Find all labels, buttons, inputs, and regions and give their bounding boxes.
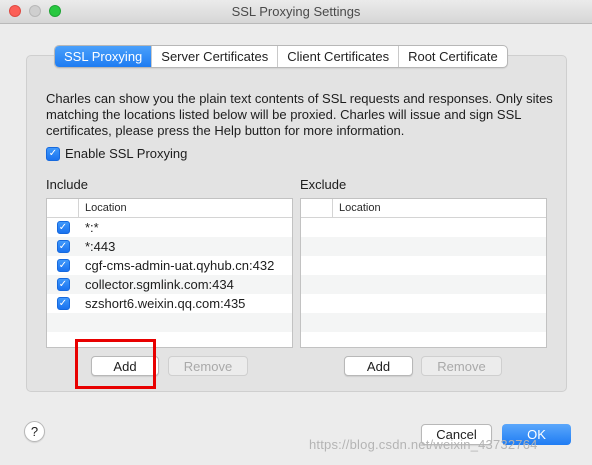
row-checkbox[interactable]: ✓: [56, 278, 70, 291]
location-column-header[interactable]: Location: [333, 199, 381, 217]
location-column-header[interactable]: Location: [79, 199, 127, 217]
empty-row: [47, 313, 292, 332]
table-row[interactable]: ✓ cgf-cms-admin-uat.qyhub.cn:432: [47, 256, 292, 275]
row-checkbox[interactable]: ✓: [56, 259, 70, 272]
check-icon: ✓: [58, 259, 68, 271]
row-checkbox[interactable]: ✓: [56, 221, 70, 234]
tab-client-certificates[interactable]: Client Certificates: [277, 46, 398, 67]
tab-ssl-proxying[interactable]: SSL Proxying: [55, 46, 152, 67]
help-button[interactable]: ?: [24, 421, 45, 442]
row-location: collector.sgmlink.com:434: [85, 277, 234, 292]
check-icon: ✓: [58, 297, 68, 309]
row-location: *:*: [85, 220, 99, 235]
include-remove-button[interactable]: Remove: [168, 356, 248, 376]
enable-ssl-proxying-row[interactable]: ✓ Enable SSL Proxying: [46, 146, 187, 161]
exclude-add-button[interactable]: Add: [344, 356, 413, 376]
table-row[interactable]: ✓ collector.sgmlink.com:434: [47, 275, 292, 294]
description-text: Charles can show you the plain text cont…: [46, 91, 553, 138]
question-icon: ?: [30, 424, 39, 439]
empty-row: [301, 313, 546, 332]
check-icon: ✓: [58, 240, 68, 252]
include-label: Include: [46, 177, 88, 192]
check-icon: ✓: [48, 147, 58, 159]
row-checkbox[interactable]: ✓: [56, 297, 70, 310]
window-title: SSL Proxying Settings: [231, 4, 361, 19]
row-location: cgf-cms-admin-uat.qyhub.cn:432: [85, 258, 275, 273]
check-icon: ✓: [58, 221, 68, 233]
include-table: Location ✓ *:* ✓ *:443 ✓ cgf-cms-admin-u…: [46, 198, 293, 348]
exclude-table-header: Location: [301, 199, 546, 218]
table-row[interactable]: ✓ *:443: [47, 237, 292, 256]
exclude-table: Location: [300, 198, 547, 348]
checkbox-column-header[interactable]: [301, 199, 333, 217]
empty-row: [301, 294, 546, 313]
row-location: szshort6.weixin.qq.com:435: [85, 296, 246, 311]
enable-ssl-proxying-checkbox[interactable]: ✓: [46, 146, 60, 161]
empty-row: [301, 275, 546, 294]
row-location: *:443: [85, 239, 116, 254]
tab-root-certificate[interactable]: Root Certificate: [398, 46, 507, 67]
watermark-text: https://blog.csdn.net/weixin_43732764: [309, 437, 538, 452]
enable-ssl-proxying-label: Enable SSL Proxying: [65, 146, 188, 161]
empty-row: [301, 237, 546, 256]
empty-row: [301, 218, 546, 237]
table-row[interactable]: ✓ szshort6.weixin.qq.com:435: [47, 294, 292, 313]
exclude-remove-button[interactable]: Remove: [421, 356, 502, 376]
tab-server-certificates[interactable]: Server Certificates: [151, 46, 277, 67]
include-table-header: Location: [47, 199, 292, 218]
empty-row: [301, 256, 546, 275]
check-icon: ✓: [58, 278, 68, 290]
add-button-highlight: [75, 339, 156, 389]
row-checkbox[interactable]: ✓: [56, 240, 70, 253]
tab-bar: SSL Proxying Server Certificates Client …: [54, 45, 508, 68]
exclude-label: Exclude: [300, 177, 347, 192]
checkbox-column-header[interactable]: [47, 199, 79, 217]
title-bar: SSL Proxying Settings: [0, 0, 592, 24]
table-row[interactable]: ✓ *:*: [47, 218, 292, 237]
